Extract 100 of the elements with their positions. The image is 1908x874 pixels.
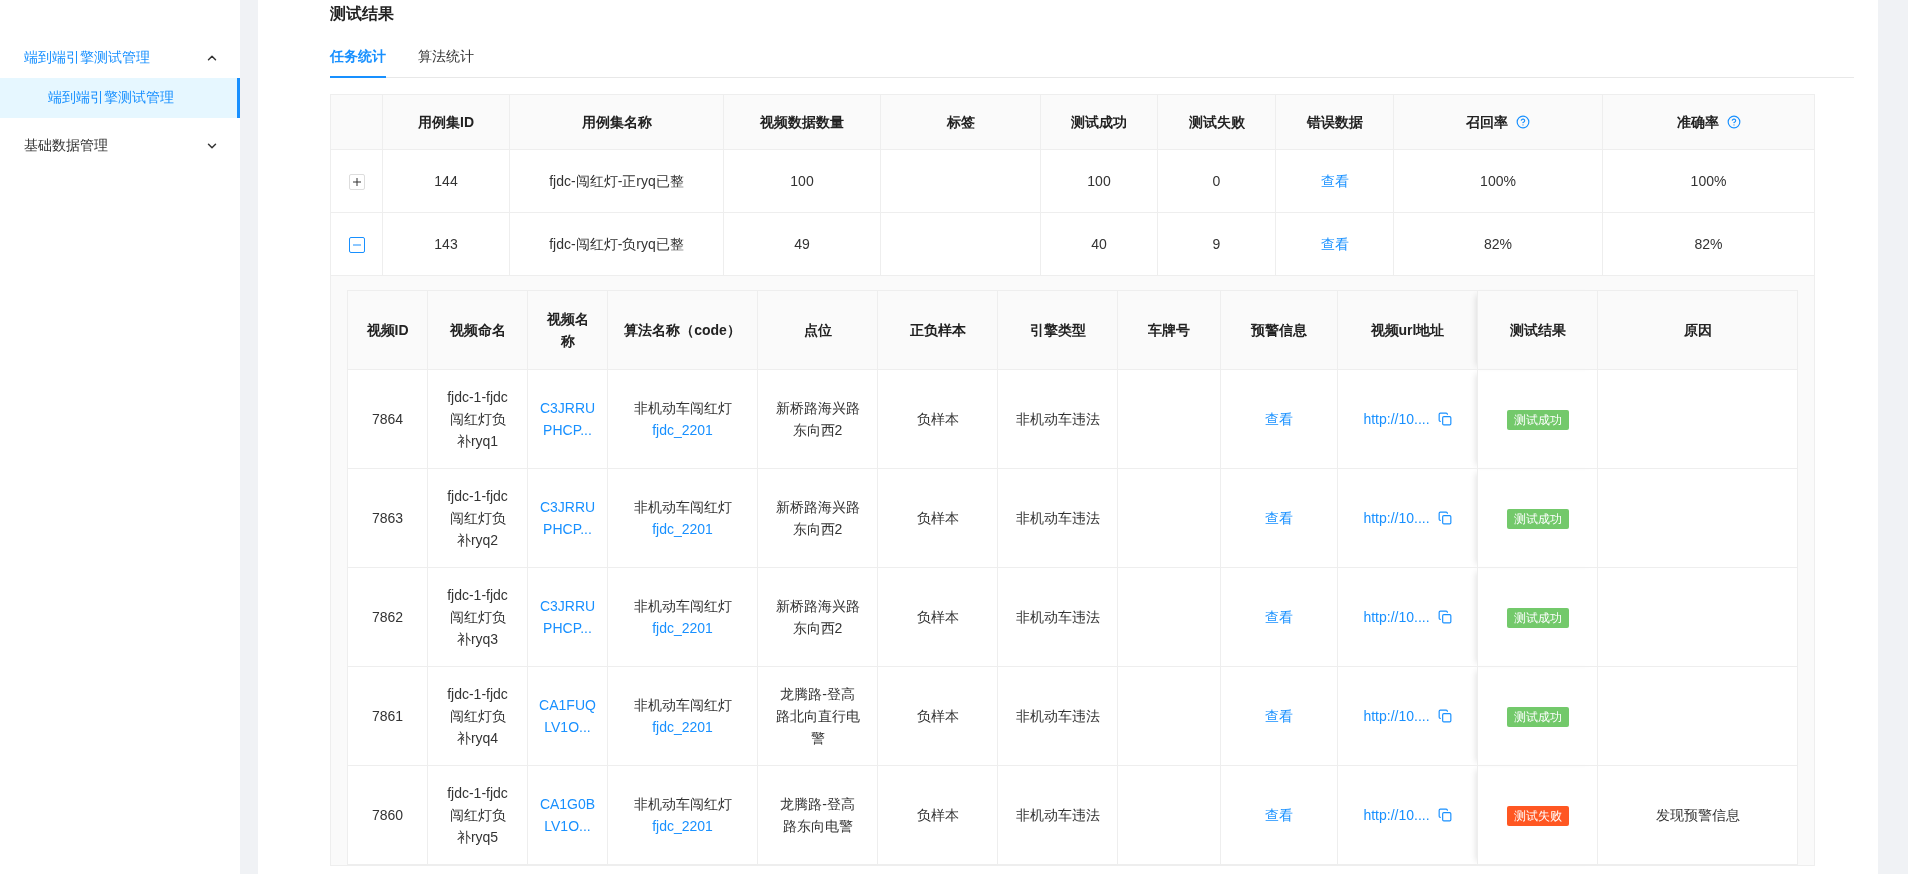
view-link[interactable]: 查看 [1265, 411, 1293, 427]
table-cell: 40 [1040, 212, 1158, 276]
url-link[interactable]: http://10.... [1363, 507, 1430, 529]
column-header: 用例集名称 [509, 94, 724, 150]
table-cell: 负样本 [877, 567, 998, 667]
help-icon[interactable] [1726, 115, 1741, 129]
table-cell: 100 [723, 149, 881, 213]
copy-icon[interactable] [1437, 808, 1452, 822]
column-header: 用例集ID [382, 94, 510, 150]
url-link[interactable]: http://10.... [1363, 606, 1430, 628]
table-cell-text: 非机动车闯红灯 [632, 696, 733, 715]
column-header: 视频命名 [427, 290, 528, 370]
table-cell: 负样本 [877, 468, 998, 568]
table-cell-text: 非机动车闯红灯 [632, 498, 733, 517]
table-cell: 7861 [347, 666, 428, 766]
algorithm-code-link[interactable]: fjdc_2201 [652, 719, 713, 735]
status-tag: 测试成功 [1506, 707, 1569, 727]
copy-icon[interactable] [1437, 511, 1452, 525]
table-cell-text: 非机动车闯红灯 [632, 795, 733, 814]
table-cell: 新桥路海兴路东向西2 [757, 567, 878, 667]
table-cell: 144 [382, 149, 510, 213]
table-cell: 7862 [347, 567, 428, 667]
table-cell: 发现预警信息 [1597, 765, 1798, 865]
table-cell: 82% [1393, 212, 1603, 276]
table-cell: 负样本 [877, 666, 998, 766]
copy-icon[interactable] [1437, 610, 1452, 624]
column-header: 视频ID [347, 290, 428, 370]
table-cell: 100% [1393, 149, 1603, 213]
view-link[interactable]: 查看 [1320, 173, 1349, 189]
url-link[interactable]: http://10.... [1363, 408, 1430, 430]
column-header: 视频名称 [527, 290, 608, 370]
column-header: 原因 [1597, 290, 1798, 370]
column-header: 测试结果 [1477, 290, 1598, 370]
algorithm-code-link[interactable]: fjdc_2201 [652, 521, 713, 537]
column-header: 引擎类型 [997, 290, 1118, 370]
table-cell: 负样本 [877, 765, 998, 865]
table-cell: 非机动车违法 [997, 666, 1118, 766]
table-cell: fjdc-闯红灯-正ryq已整 [509, 149, 724, 213]
column-header: 正负样本 [877, 290, 998, 370]
table-cell-text: 非机动车闯红灯 [632, 597, 733, 616]
table-cell: 143 [382, 212, 510, 276]
column-header: 召回率 [1466, 113, 1508, 132]
table-cell: 7860 [347, 765, 428, 865]
copy-icon[interactable] [1437, 412, 1452, 426]
table-cell: fjdc-1-fjdc闯红灯负补ryq5 [427, 765, 528, 865]
url-link[interactable]: http://10.... [1363, 804, 1430, 826]
status-tag: 测试失败 [1506, 806, 1569, 826]
view-link[interactable]: 查看 [1265, 609, 1293, 625]
view-link[interactable]: 查看 [1320, 236, 1349, 252]
table-cell: 龙腾路-登高路东向电警 [757, 765, 878, 865]
view-link[interactable]: 查看 [1265, 807, 1293, 823]
help-icon[interactable] [1516, 115, 1530, 129]
tab[interactable]: 算法统计 [418, 40, 474, 78]
copy-icon[interactable] [1437, 709, 1452, 723]
submenu-item[interactable]: 端到端引擎测试管理 [0, 78, 240, 118]
view-link[interactable]: 查看 [1265, 708, 1293, 724]
table-cell: 新桥路海兴路东向西2 [757, 369, 878, 469]
menu-item[interactable]: 端到端引擎测试管理 [0, 38, 240, 78]
expand-button[interactable] [348, 174, 365, 191]
column-header: 测试成功 [1040, 94, 1158, 150]
table-cell: 49 [723, 212, 881, 276]
algorithm-code-link[interactable]: fjdc_2201 [652, 620, 713, 636]
column-header: 预警信息 [1220, 290, 1338, 370]
table-cell: 82% [1602, 212, 1815, 276]
table-cell: 7864 [347, 369, 428, 469]
column-header: 算法名称（code） [607, 290, 758, 370]
column-header: 标签 [880, 94, 1041, 150]
column-header: 视频数据数量 [723, 94, 881, 150]
view-link[interactable]: 查看 [1265, 510, 1293, 526]
table-cell: 100 [1040, 149, 1158, 213]
column-header: 错误数据 [1275, 94, 1394, 150]
table-cell: 7863 [347, 468, 428, 568]
table-cell: 新桥路海兴路东向西2 [757, 468, 878, 568]
column-header: 准确率 [1676, 113, 1719, 132]
table-cell: 负样本 [877, 369, 998, 469]
table-cell: fjdc-1-fjdc闯红灯负补ryq2 [427, 468, 528, 568]
algorithm-code-link[interactable]: fjdc_2201 [652, 818, 713, 834]
column-header: 视频url地址 [1337, 290, 1478, 370]
table-cell: 0 [1157, 149, 1276, 213]
status-tag: 测试成功 [1506, 509, 1569, 529]
table-cell: fjdc-1-fjdc闯红灯负补ryq3 [427, 567, 528, 667]
table-cell: 龙腾路-登高路北向直行电警 [757, 666, 878, 766]
table-cell: 100% [1602, 149, 1815, 213]
column-header: 车牌号 [1117, 290, 1221, 370]
table-cell: fjdc-1-fjdc闯红灯负补ryq1 [427, 369, 528, 469]
collapse-button[interactable] [348, 237, 365, 254]
column-header: 测试失败 [1157, 94, 1276, 150]
table-cell-text: 非机动车闯红灯 [632, 399, 733, 418]
table-cell: 非机动车违法 [997, 765, 1118, 865]
table-cell: 非机动车违法 [997, 468, 1118, 568]
menu-item[interactable]: 基础数据管理 [0, 126, 240, 166]
table-cell: fjdc-1-fjdc闯红灯负补ryq4 [427, 666, 528, 766]
status-tag: 测试成功 [1506, 410, 1569, 430]
status-tag: 测试成功 [1506, 608, 1569, 628]
table-cell: fjdc-闯红灯-负ryq已整 [509, 212, 724, 276]
tab[interactable]: 任务统计 [330, 40, 386, 78]
section-title: 测试结果 [330, 4, 395, 24]
algorithm-code-link[interactable]: fjdc_2201 [652, 422, 713, 438]
table-cell: 非机动车违法 [997, 567, 1118, 667]
url-link[interactable]: http://10.... [1363, 705, 1430, 727]
